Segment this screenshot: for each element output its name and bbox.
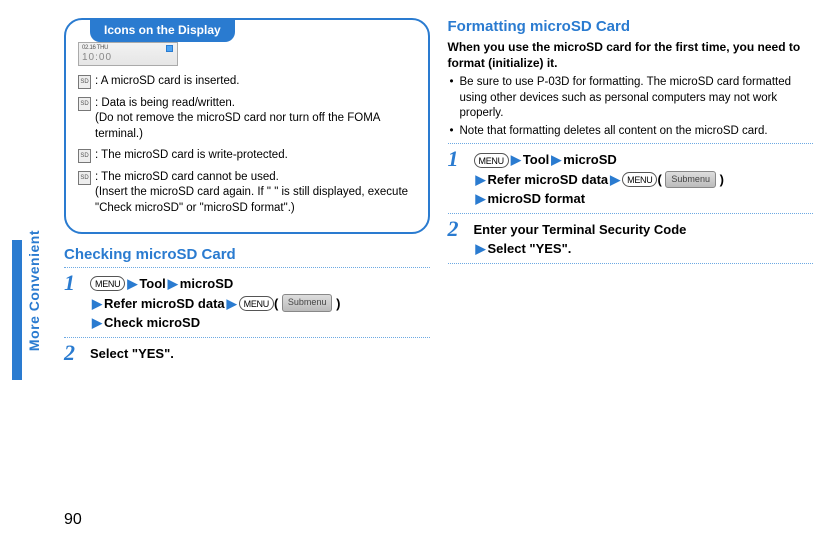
- check-step-1: 1 MENU▶Tool▶microSD ▶Refer microSD data▶…: [64, 274, 430, 333]
- step-text: Refer microSD data: [104, 296, 225, 311]
- arrow-icon: ▶: [551, 152, 561, 167]
- display-date: 02.16 THU: [82, 45, 174, 51]
- icons-box: Icons on the Display 02.16 THU 10:00 SD …: [64, 18, 430, 234]
- dotted-rule: [448, 143, 814, 144]
- icon-row-text: : A microSD card is inserted.: [95, 74, 239, 90]
- icon-row-main: : The microSD card cannot be used.: [95, 171, 279, 183]
- sd-icon: SD: [78, 75, 91, 89]
- step-body: Select "YES".: [90, 344, 174, 364]
- arrow-icon: ▶: [610, 172, 620, 187]
- step-body: MENU▶Tool▶microSD ▶Refer microSD data▶ME…: [90, 274, 340, 333]
- icons-box-title: Icons on the Display: [90, 19, 235, 42]
- icon-row: SD : The microSD card cannot be used. (I…: [78, 170, 416, 217]
- step-text: Refer microSD data: [488, 172, 609, 187]
- step-body: Enter your Terminal Security Code ▶Selec…: [474, 220, 687, 259]
- step-text: Tool: [523, 152, 549, 167]
- arrow-icon: ▶: [476, 241, 486, 256]
- sd-lock-icon: SD: [78, 149, 91, 163]
- icon-row: SD : A microSD card is inserted.: [78, 74, 416, 90]
- submenu-pill: Submenu: [282, 294, 333, 312]
- icon-row-text: : The microSD card cannot be used. (Inse…: [95, 170, 416, 217]
- step-number: 2: [64, 342, 82, 364]
- icon-row-sub: (Insert the microSD card again. If " " i…: [95, 185, 416, 216]
- icon-row-text: : The microSD card is write-protected.: [95, 148, 288, 164]
- menu-key-icon: MENU: [90, 276, 125, 291]
- format-bullet: Note that formatting deletes all content…: [448, 124, 814, 140]
- menu-key-icon: MENU: [239, 296, 274, 311]
- arrow-icon: ▶: [511, 152, 521, 167]
- arrow-icon: ▶: [127, 276, 137, 291]
- step-text: Enter your Terminal Security Code: [474, 222, 687, 237]
- sd-rw-icon: SD: [78, 97, 91, 111]
- format-bullet: Be sure to use P-03D for formatting. The…: [448, 75, 814, 122]
- sd-error-icon: SD: [78, 171, 91, 185]
- sd-indicator-icon: [166, 45, 173, 52]
- format-step-1: 1 MENU▶Tool▶microSD ▶Refer microSD data▶…: [448, 150, 814, 209]
- left-column: Icons on the Display 02.16 THU 10:00 SD …: [64, 18, 430, 364]
- arrow-icon: ▶: [92, 296, 102, 311]
- dotted-rule: [448, 263, 814, 264]
- menu-key-icon: MENU: [474, 153, 509, 168]
- dotted-rule: [64, 337, 430, 338]
- page-number: 90: [64, 511, 82, 529]
- submenu-pill: Submenu: [665, 171, 716, 189]
- step-text: microSD: [180, 276, 233, 291]
- icon-row-sub: (Do not remove the microSD card nor turn…: [95, 111, 416, 142]
- icon-row-text: : Data is being read/written. (Do not re…: [95, 96, 416, 143]
- icon-row: SD : Data is being read/written. (Do not…: [78, 96, 416, 143]
- step-number: 1: [64, 272, 82, 294]
- icon-row-main: : Data is being read/written.: [95, 97, 235, 109]
- arrow-icon: ▶: [476, 191, 486, 206]
- side-tab-bar: [12, 240, 22, 380]
- right-column: Formatting microSD Card When you use the…: [448, 18, 814, 364]
- step-text: Check microSD: [104, 315, 200, 330]
- content-columns: Icons on the Display 02.16 THU 10:00 SD …: [64, 18, 813, 364]
- format-heading: Formatting microSD Card: [448, 18, 814, 35]
- step-text: microSD format: [488, 191, 586, 206]
- format-intro: When you use the microSD card for the fi…: [448, 39, 814, 71]
- side-tab: More Convenient: [12, 130, 40, 360]
- step-number: 1: [448, 148, 466, 170]
- side-tab-label: More Convenient: [26, 230, 42, 351]
- dotted-rule: [448, 213, 814, 214]
- phone-display-mock: 02.16 THU 10:00: [78, 42, 178, 66]
- arrow-icon: ▶: [227, 296, 237, 311]
- display-time: 10:00: [82, 52, 174, 63]
- arrow-icon: ▶: [168, 276, 178, 291]
- step-text: Select "YES".: [488, 241, 572, 256]
- check-heading: Checking microSD Card: [64, 246, 430, 263]
- dotted-rule: [64, 267, 430, 268]
- step-body: MENU▶Tool▶microSD ▶Refer microSD data▶ME…: [474, 150, 724, 209]
- menu-key-icon: MENU: [622, 172, 657, 187]
- format-step-2: 2 Enter your Terminal Security Code ▶Sel…: [448, 220, 814, 259]
- arrow-icon: ▶: [92, 315, 102, 330]
- icon-row: SD : The microSD card is write-protected…: [78, 148, 416, 164]
- check-step-2: 2 Select "YES".: [64, 344, 430, 364]
- step-text: microSD: [563, 152, 616, 167]
- step-text: Tool: [139, 276, 165, 291]
- step-number: 2: [448, 218, 466, 240]
- arrow-icon: ▶: [476, 172, 486, 187]
